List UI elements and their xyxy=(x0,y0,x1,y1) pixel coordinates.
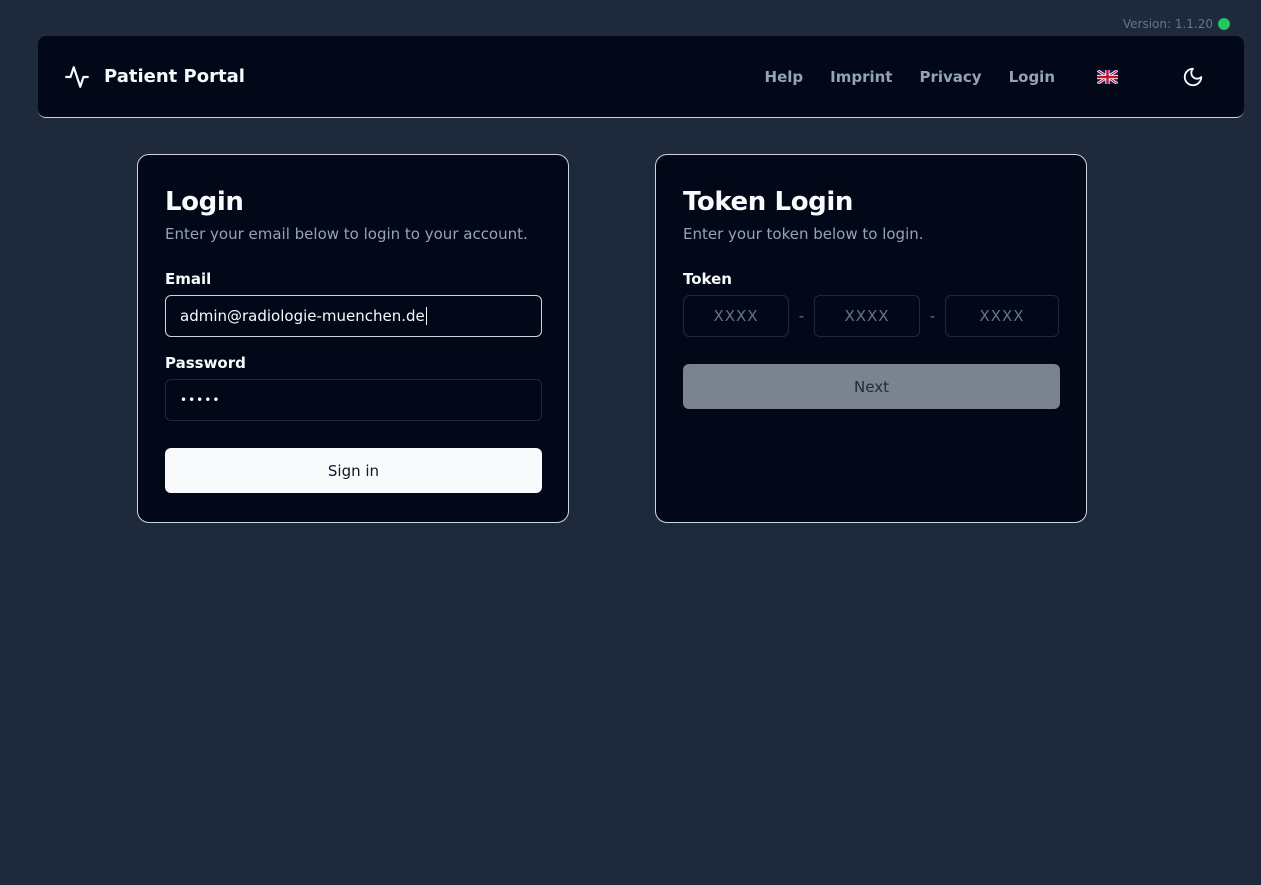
token-input-group: XXXX - XXXX - XXXX xyxy=(683,295,1059,337)
token-segment-2-input[interactable]: XXXX xyxy=(814,295,920,337)
activity-pulse-icon xyxy=(65,65,89,88)
uk-flag-icon[interactable] xyxy=(1097,69,1118,84)
token-segment-3-input[interactable]: XXXX xyxy=(945,295,1059,337)
login-description: Enter your email below to login to your … xyxy=(165,225,528,243)
token-separator: - xyxy=(929,307,936,325)
token-login-description: Enter your token below to login. xyxy=(683,225,924,243)
top-navbar: Patient Portal Help Imprint Privacy Logi… xyxy=(38,36,1244,118)
email-value: admin@radiologie-muenchen.de xyxy=(180,307,425,325)
brand[interactable]: Patient Portal xyxy=(64,64,245,90)
password-value: ••••• xyxy=(180,393,221,407)
token-label: Token xyxy=(683,270,732,288)
password-label: Password xyxy=(165,354,246,372)
login-title: Login xyxy=(165,187,244,217)
password-field[interactable]: ••••• xyxy=(165,379,542,421)
email-field[interactable]: admin@radiologie-muenchen.de xyxy=(165,295,542,337)
email-label: Email xyxy=(165,270,212,288)
nav-help-link[interactable]: Help xyxy=(765,68,804,86)
token-segment-1-input[interactable]: XXXX xyxy=(683,295,789,337)
status-dot-icon xyxy=(1218,18,1230,30)
brand-title: Patient Portal xyxy=(104,66,245,87)
version-indicator: Version: 1.1.20 xyxy=(1123,17,1230,31)
sign-in-button[interactable]: Sign in xyxy=(165,448,542,493)
version-label: Version: 1.1.20 xyxy=(1122,17,1213,31)
moon-icon[interactable] xyxy=(1182,66,1204,88)
token-login-title: Token Login xyxy=(683,187,853,217)
login-card: Login Enter your email below to login to… xyxy=(137,154,569,523)
token-login-card: Token Login Enter your token below to lo… xyxy=(655,154,1087,523)
nav-menu: Help Imprint Privacy Login xyxy=(765,66,1218,88)
nav-login-link[interactable]: Login xyxy=(1009,68,1055,86)
text-cursor xyxy=(425,307,427,325)
next-button[interactable]: Next xyxy=(683,364,1060,409)
token-separator: - xyxy=(798,307,805,325)
nav-privacy-link[interactable]: Privacy xyxy=(919,68,981,86)
nav-imprint-link[interactable]: Imprint xyxy=(830,68,892,86)
